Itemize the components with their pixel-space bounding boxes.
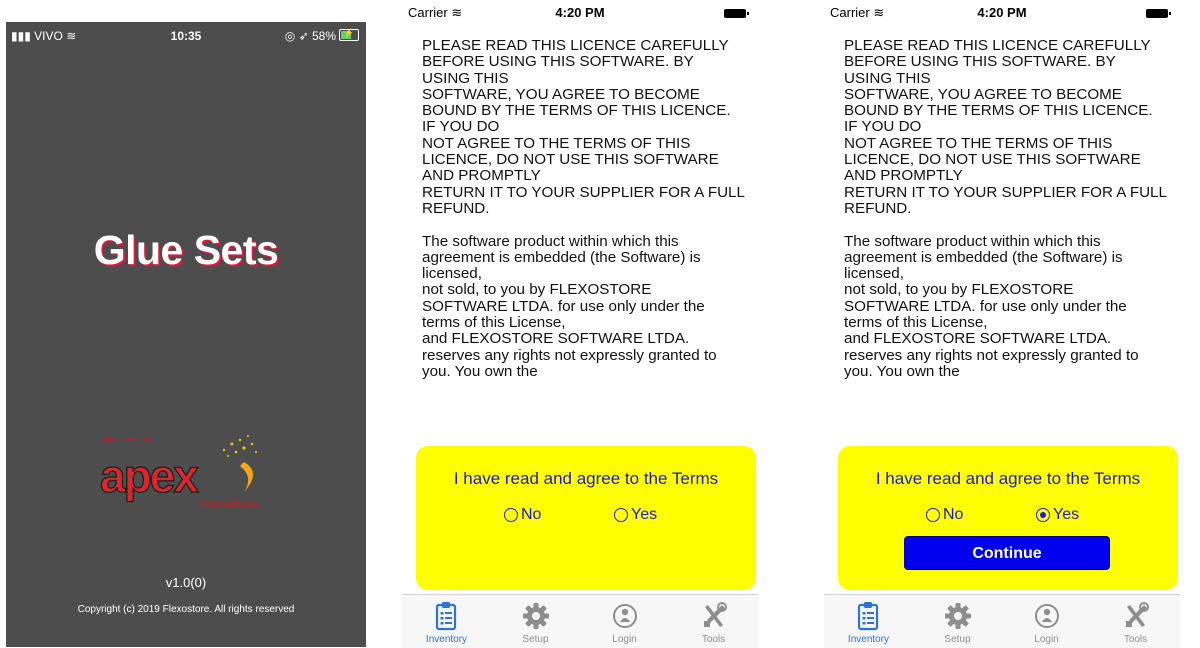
tab-label: Inventory bbox=[425, 634, 468, 645]
agree-panel: I have read and agree to the Terms No Ye… bbox=[416, 446, 756, 590]
tab-bar: Inventory Setup Login Tools bbox=[402, 594, 758, 648]
agree-question: I have read and agree to the Terms bbox=[453, 469, 719, 488]
gear-icon bbox=[523, 603, 549, 629]
tools-icon bbox=[704, 602, 727, 627]
tab-login[interactable]: Login bbox=[1002, 595, 1091, 648]
copyright-text: Copyright (c) 2019 Flexostore. All right… bbox=[77, 604, 295, 615]
tab-label: Setup bbox=[522, 634, 549, 645]
battery-icon bbox=[724, 9, 749, 18]
radio-no-label: No bbox=[943, 506, 964, 523]
battery-percent: 58% bbox=[311, 29, 336, 43]
radio-circle-icon bbox=[614, 508, 628, 522]
radio-yes[interactable]: Yes bbox=[1036, 506, 1079, 524]
tab-setup[interactable]: Setup bbox=[491, 595, 580, 648]
radio-no[interactable]: No bbox=[504, 506, 541, 524]
tab-label: Tools bbox=[701, 634, 726, 645]
logo-brand: apex bbox=[100, 450, 199, 502]
tab-inventory[interactable]: Inventory bbox=[402, 595, 491, 648]
app-title: Glue Sets bbox=[93, 227, 279, 273]
tab-setup[interactable]: Setup bbox=[913, 595, 1002, 648]
radio-no[interactable]: No bbox=[926, 506, 963, 524]
tab-inventory[interactable]: Inventory bbox=[824, 595, 913, 648]
logo-tagline: Sponsored by bbox=[102, 435, 151, 444]
agree-panel: I have read and agree to the Terms No Ye… bbox=[838, 446, 1178, 590]
logo-sparkles bbox=[222, 435, 258, 457]
radio-circle-icon bbox=[926, 508, 940, 522]
tab-label: Setup bbox=[944, 634, 971, 645]
licence-text[interactable]: PLEASE READ THIS LICENCE CAREFULLY BEFOR… bbox=[844, 38, 1184, 426]
splash-screen: ▮▮▮ VIVO ≋ 10:35 ◎ ➶ 58% ⚡ Glue Sets Spo… bbox=[6, 22, 366, 647]
app-version: v1.0(0) bbox=[165, 575, 207, 590]
status-bar: ▮▮▮ VIVO ≋ 10:35 ◎ ➶ 58% ⚡ bbox=[6, 22, 366, 48]
logo-sub: international bbox=[198, 499, 258, 511]
clipboard-icon bbox=[435, 602, 457, 631]
clipboard-icon bbox=[857, 602, 879, 631]
licence-text[interactable]: PLEASE READ THIS LICENCE CAREFULLY BEFOR… bbox=[422, 38, 762, 426]
status-bar: Carrier ≋ 4:20 PM bbox=[402, 0, 758, 22]
tab-label: Login bbox=[1034, 634, 1059, 645]
tab-label: Login bbox=[612, 634, 637, 645]
person-icon bbox=[613, 604, 637, 628]
tab-login[interactable]: Login bbox=[580, 595, 669, 648]
tab-tools[interactable]: Tools bbox=[669, 595, 758, 648]
tools-icon bbox=[1126, 602, 1149, 627]
licence-screen-yes-selected: Carrier ≋ 4:20 PM PLEASE READ THIS LICEN… bbox=[824, 0, 1180, 648]
tab-bar: Inventory Setup Login Tools bbox=[824, 594, 1180, 648]
logo-swoosh bbox=[240, 462, 253, 492]
radio-yes-label: Yes bbox=[1053, 506, 1080, 523]
radio-yes[interactable]: Yes bbox=[614, 506, 657, 524]
radio-selected-icon bbox=[1036, 508, 1050, 522]
status-bar: Carrier ≋ 4:20 PM bbox=[824, 0, 1180, 22]
person-icon bbox=[1035, 604, 1059, 628]
radio-no-label: No bbox=[521, 506, 542, 523]
status-time: 4:20 PM bbox=[555, 5, 605, 20]
licence-screen-unselected: Carrier ≋ 4:20 PM PLEASE READ THIS LICEN… bbox=[402, 0, 758, 648]
agree-question: I have read and agree to the Terms bbox=[875, 469, 1141, 488]
continue-button[interactable]: Continue bbox=[904, 536, 1110, 570]
location-icon: ◎ ➶ bbox=[284, 29, 309, 43]
tab-label: Tools bbox=[1123, 634, 1148, 645]
radio-circle-icon bbox=[504, 508, 518, 522]
tab-label: Inventory bbox=[847, 634, 890, 645]
gear-icon bbox=[945, 603, 971, 629]
status-time: 4:20 PM bbox=[977, 5, 1027, 20]
battery-icon: ⚡ bbox=[339, 28, 359, 41]
battery-icon bbox=[1146, 9, 1171, 18]
apex-logo: Sponsored by apex international bbox=[99, 435, 258, 511]
radio-yes-label: Yes bbox=[631, 506, 658, 523]
tab-tools[interactable]: Tools bbox=[1091, 595, 1180, 648]
